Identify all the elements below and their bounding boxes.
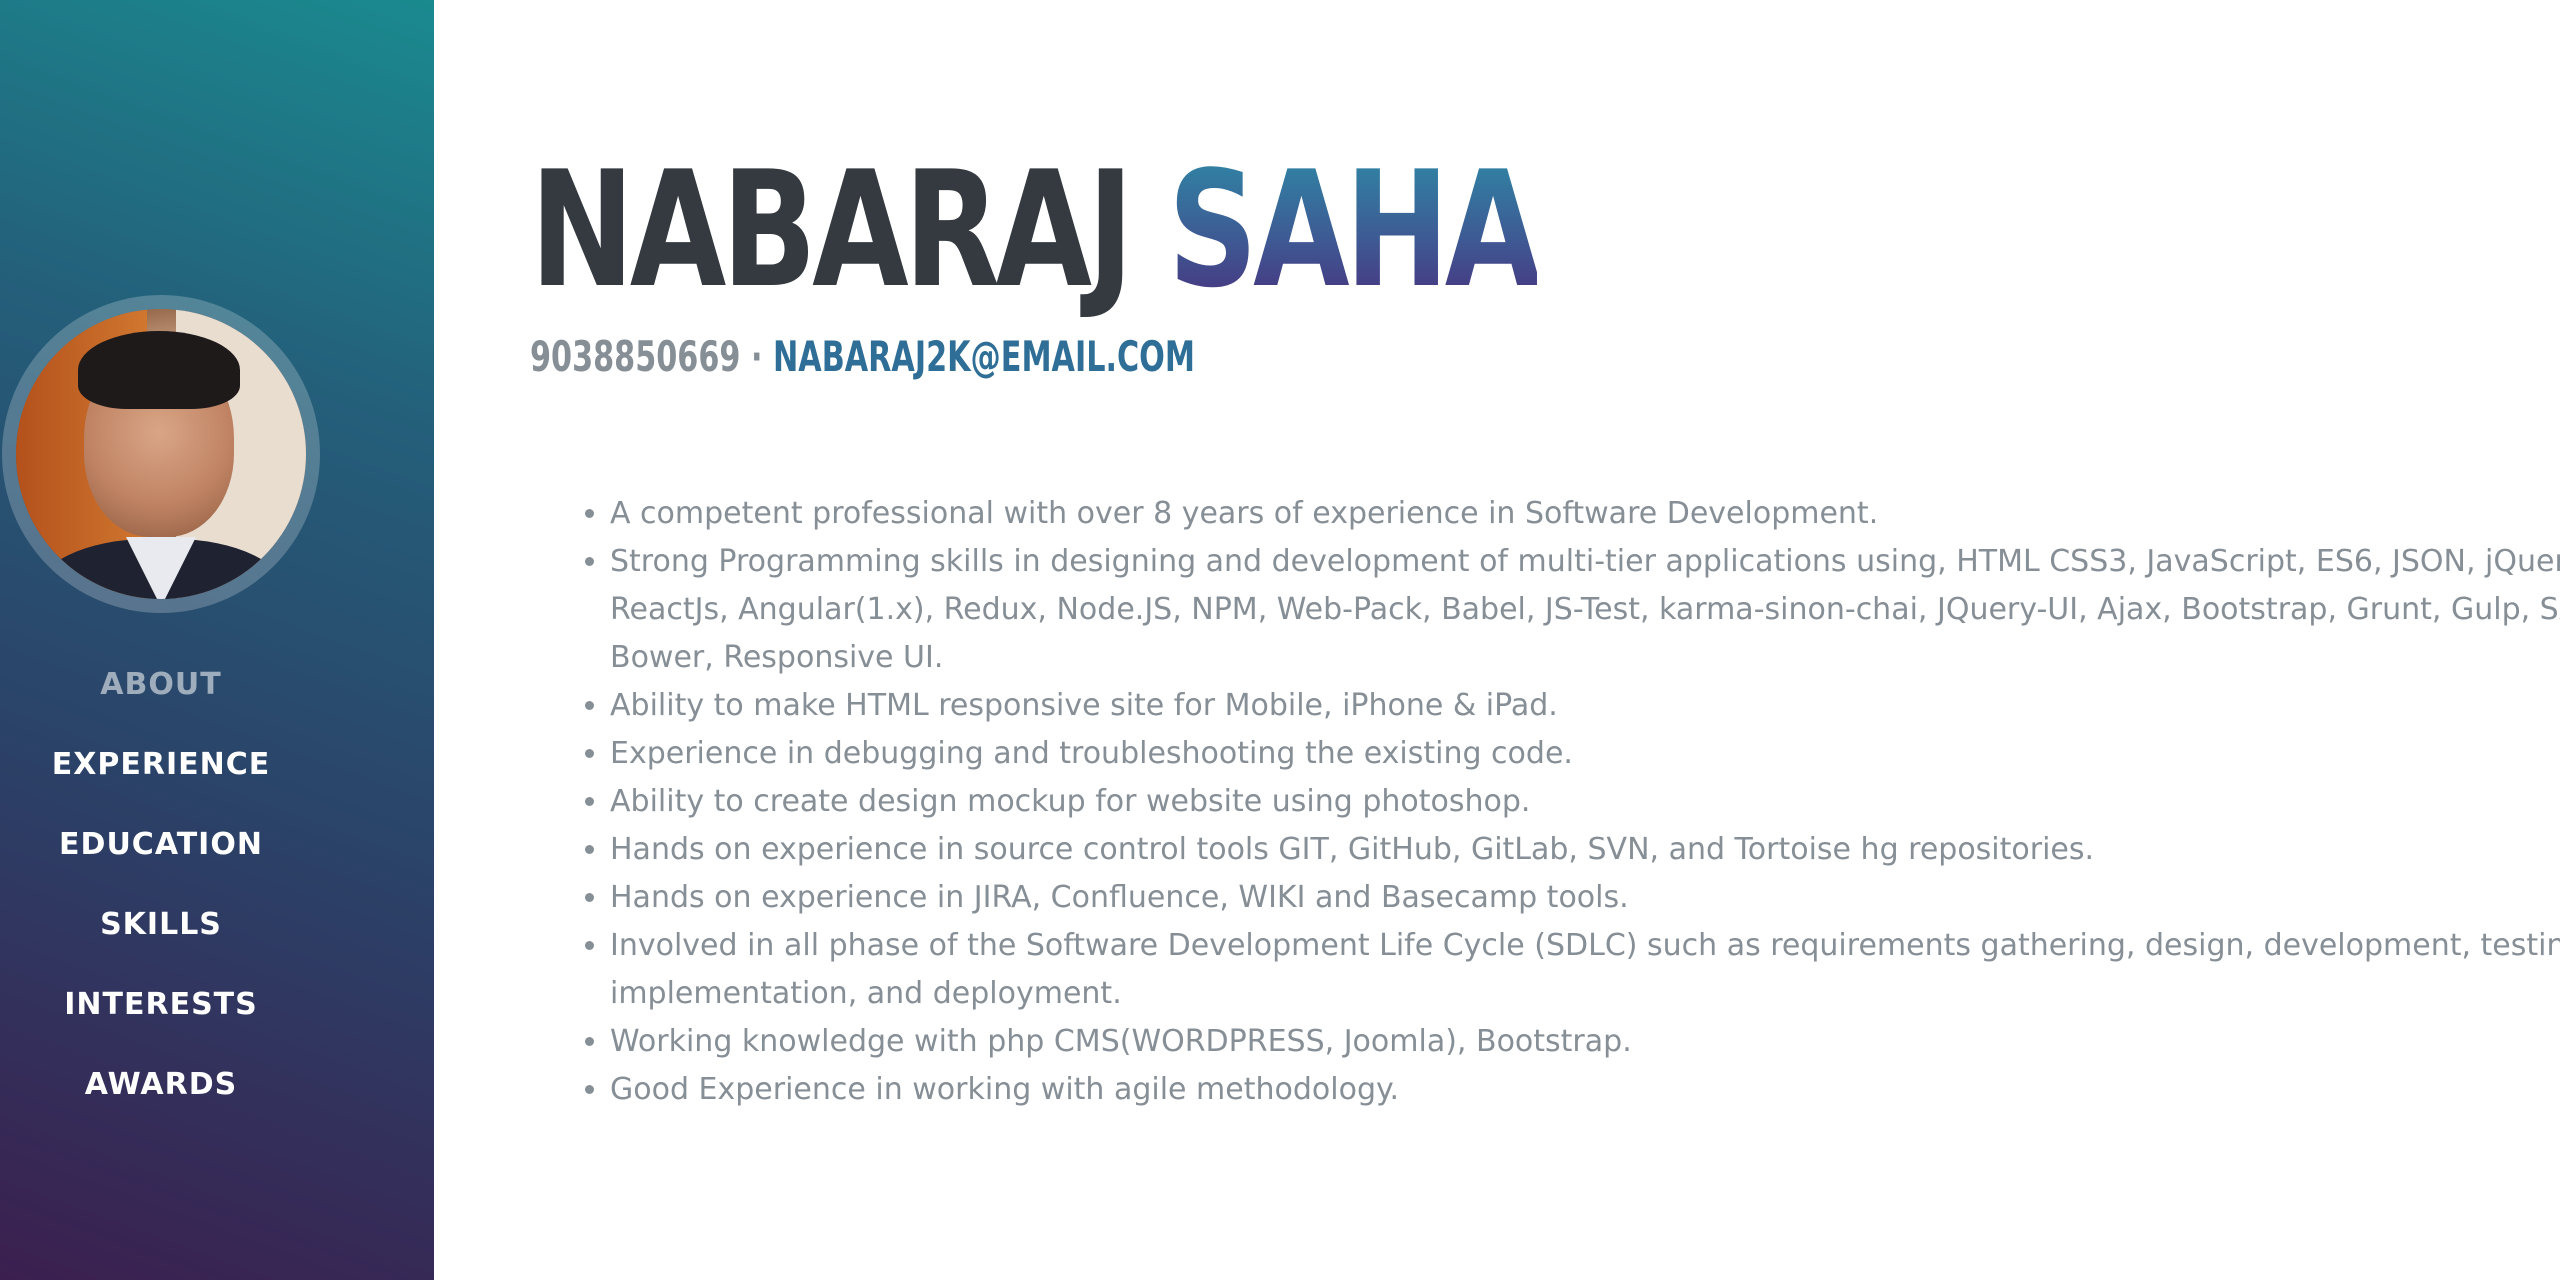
nav-item-interests[interactable]: INTERESTS: [0, 980, 322, 1060]
main-content: NABARAJ SAHA 9038850669 · NABARAJ2K@EMAI…: [530, 0, 2560, 1280]
list-item: Strong Programming skills in designing a…: [610, 538, 2560, 682]
page-title: NABARAJ SAHA: [530, 140, 1541, 320]
profile-photo: [16, 309, 306, 599]
first-name: NABARAJ: [530, 136, 1134, 323]
nav-item-experience[interactable]: EXPERIENCE: [0, 740, 322, 820]
contact-line: 9038850669 · NABARAJ2K@EMAIL.COM: [530, 332, 1195, 382]
list-item: Ability to create design mockup for webs…: [610, 778, 2560, 826]
nav-item-about[interactable]: ABOUT: [0, 660, 322, 740]
last-name: SAHA: [1167, 136, 1541, 323]
nav-item-education[interactable]: EDUCATION: [0, 820, 322, 900]
nav-item-awards[interactable]: AWARDS: [0, 1060, 322, 1140]
phone-number: 9038850669: [530, 332, 741, 381]
contact-separator: ·: [750, 332, 763, 381]
list-item: Experience in debugging and troubleshoot…: [610, 730, 2560, 778]
list-item: A competent professional with over 8 yea…: [610, 490, 2560, 538]
list-item: Ability to make HTML responsive site for…: [610, 682, 2560, 730]
list-item: Working knowledge with php CMS(WORDPRESS…: [610, 1018, 2560, 1066]
nav-item-skills[interactable]: SKILLS: [0, 900, 322, 980]
list-item: Hands on experience in source control to…: [610, 826, 2560, 874]
email-link[interactable]: NABARAJ2K@EMAIL.COM: [773, 332, 1195, 381]
list-item: Involved in all phase of the Software De…: [610, 922, 2560, 1018]
list-item: Good Experience in working with agile me…: [610, 1066, 2560, 1114]
about-bullet-list: A competent professional with over 8 yea…: [610, 490, 2560, 1114]
list-item: Hands on experience in JIRA, Confluence,…: [610, 874, 2560, 922]
sidebar-nav: ABOUT EXPERIENCE EDUCATION SKILLS INTERE…: [0, 660, 322, 1140]
sidebar: ABOUT EXPERIENCE EDUCATION SKILLS INTERE…: [0, 0, 434, 1280]
profile-avatar: [2, 295, 320, 613]
